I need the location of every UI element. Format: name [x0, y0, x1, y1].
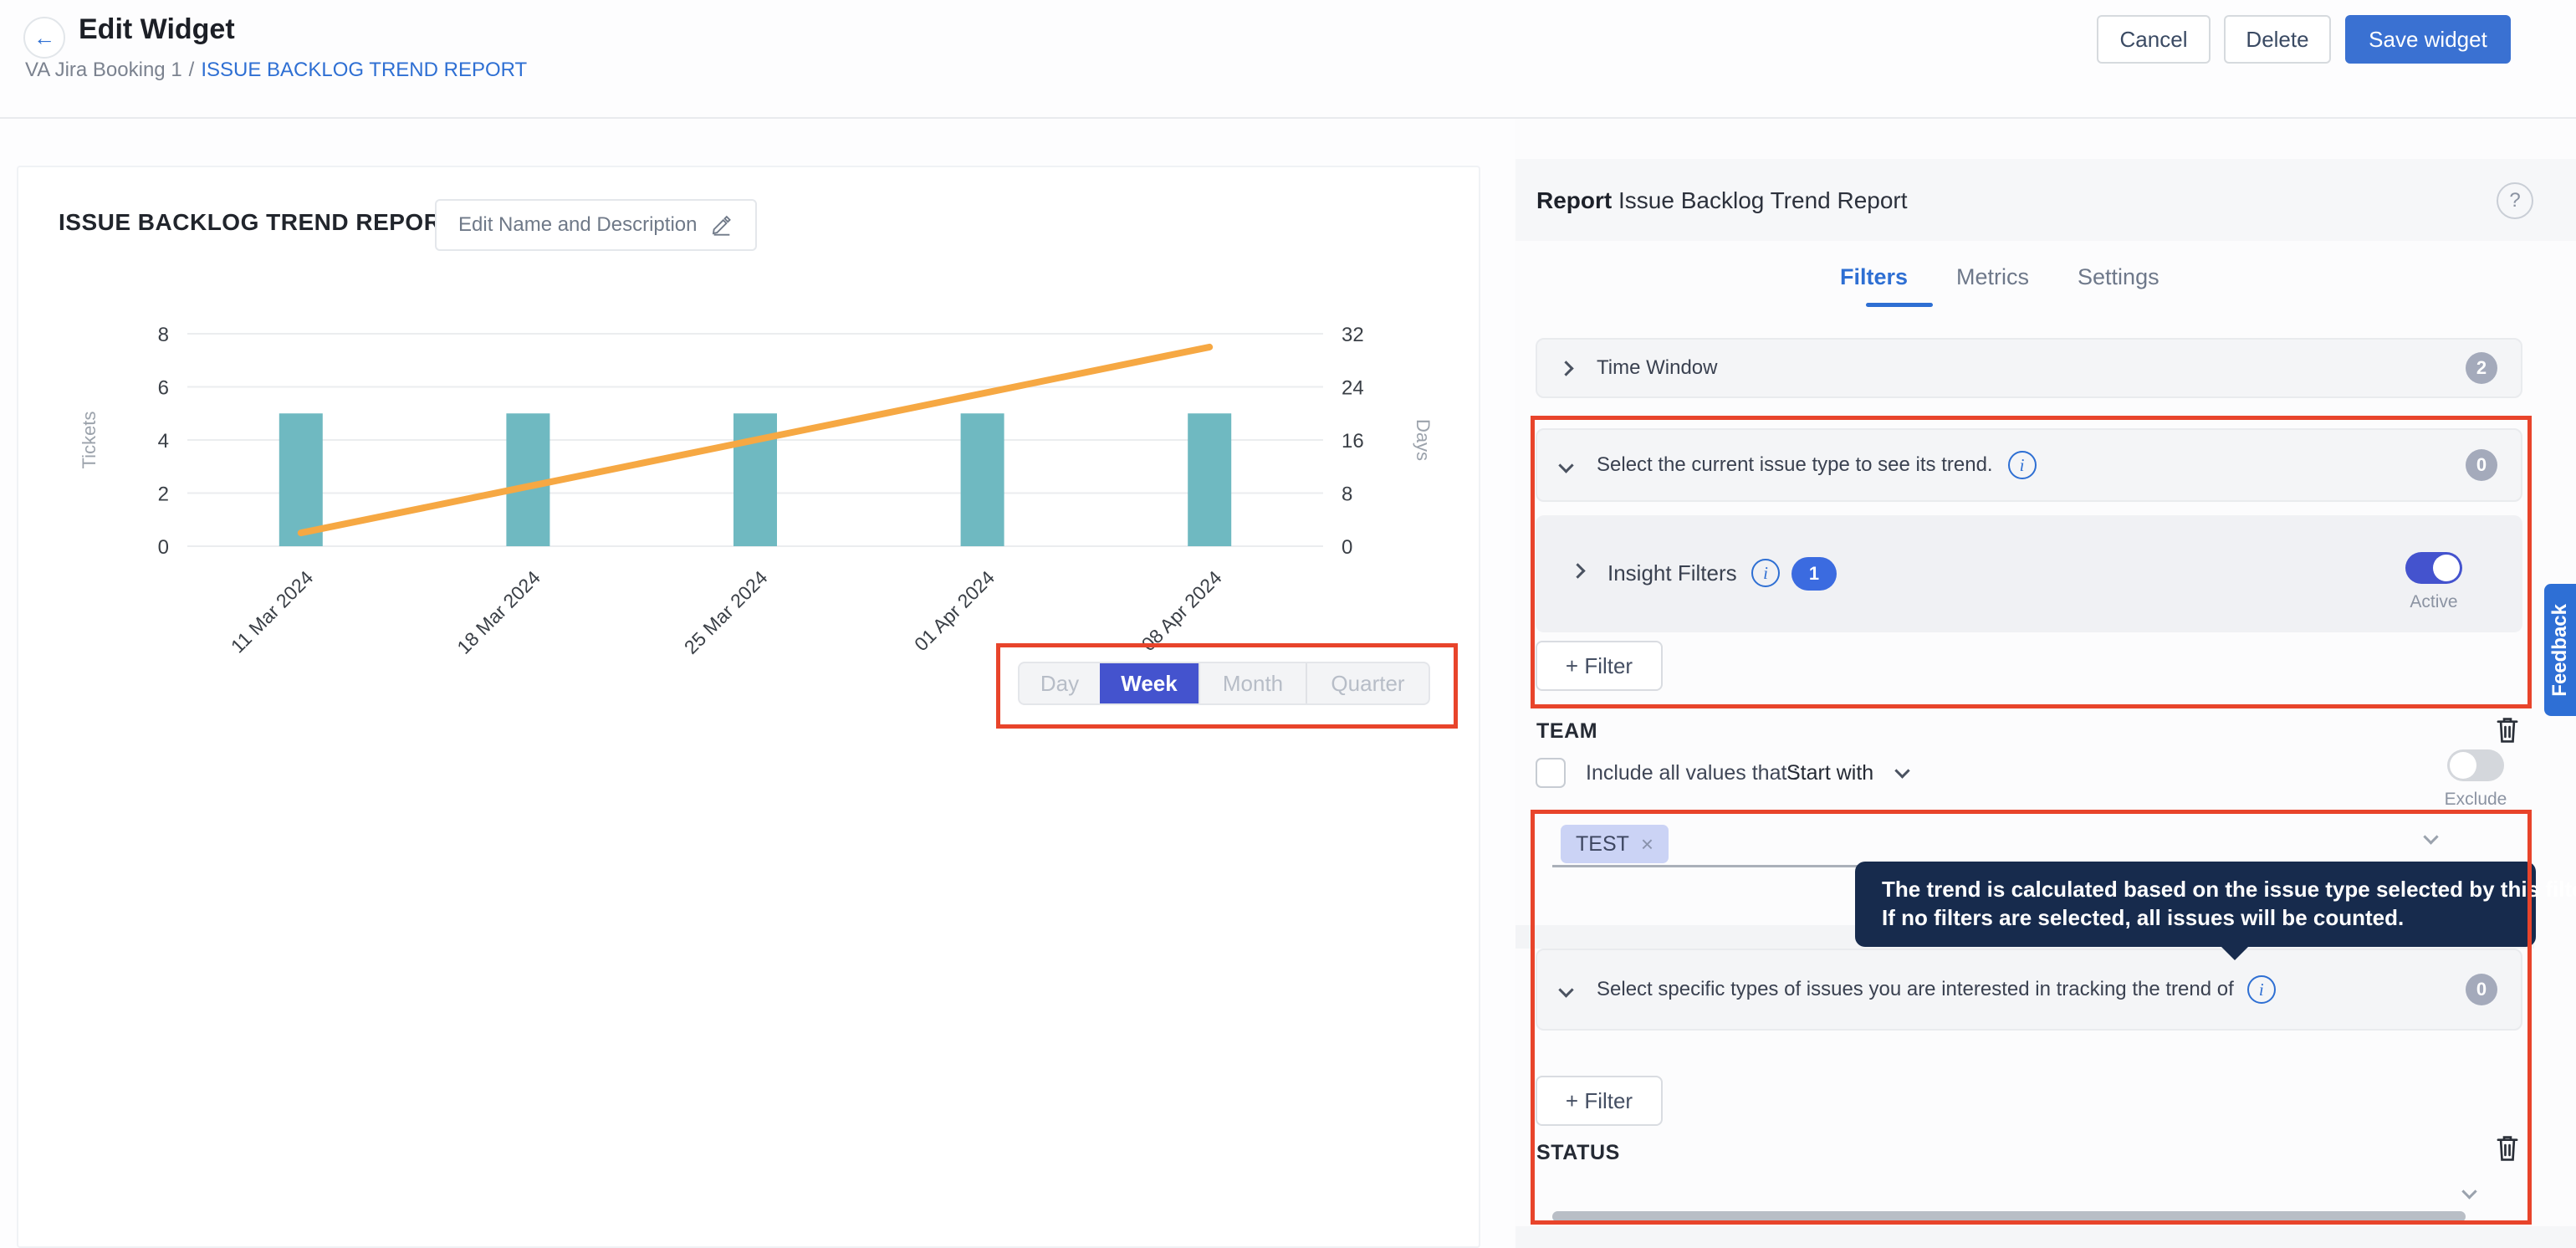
- include-all-values-label: Include all values that :: [1586, 761, 1798, 785]
- tooltip-arrow: [2220, 945, 2250, 960]
- operator-value: Start with: [1786, 761, 1873, 785]
- active-tab-underline: [1866, 303, 1933, 307]
- insight-filters-label: Insight Filters: [1607, 560, 1737, 586]
- svg-text:0: 0: [1342, 536, 1352, 559]
- issue-type-section-badge: 0: [2466, 449, 2497, 481]
- svg-text:01 Apr 2024: 01 Apr 2024: [910, 566, 999, 655]
- team-value-tag: TEST ×: [1561, 825, 1669, 863]
- svg-text:4: 4: [158, 430, 169, 453]
- chevron-down-icon: [1558, 982, 1573, 997]
- active-toggle-label: Active: [2392, 592, 2476, 612]
- breadcrumb-separator: /: [182, 59, 202, 81]
- granularity-option-month[interactable]: Month: [1199, 663, 1306, 703]
- trash-icon: [2492, 713, 2523, 748]
- trend-section-badge: 0: [2466, 974, 2497, 1005]
- save-widget-button[interactable]: Save widget: [2345, 15, 2511, 64]
- delete-status-filter-button[interactable]: [2491, 1131, 2524, 1168]
- insight-filters-count-badge: 1: [1791, 557, 1837, 591]
- back-button[interactable]: ←: [23, 17, 65, 59]
- tab-filters[interactable]: Filters: [1840, 264, 1908, 290]
- back-arrow-icon: ←: [33, 25, 55, 51]
- breadcrumb: VA Jira Booking 1/ISSUE BACKLOG TREND RE…: [25, 59, 527, 82]
- widget-preview-card: ISSUE BACKLOG TREND REPORT Edit Name and…: [17, 166, 1480, 1248]
- time-window-row[interactable]: Time Window 2: [1536, 338, 2522, 398]
- edit-name-description-label: Edit Name and Description: [458, 213, 697, 237]
- panel-tabs: Filters Metrics Settings: [1840, 264, 2159, 290]
- info-icon[interactable]: i: [2008, 451, 2037, 479]
- question-mark-icon: ?: [2509, 189, 2520, 212]
- insight-filters-card[interactable]: Insight Filters i 1 Active: [1536, 515, 2522, 632]
- status-filter-label: STATUS: [1536, 1141, 1620, 1165]
- feedback-label: Feedback: [2548, 604, 2572, 697]
- issue-type-section-label: Select the current issue type to see its…: [1597, 453, 1993, 477]
- chevron-right-icon: [1570, 563, 1585, 578]
- tooltip-line1: The trend is calculated based on the iss…: [1882, 875, 2536, 903]
- info-icon[interactable]: i: [1751, 559, 1780, 587]
- granularity-option-week[interactable]: Week: [1100, 663, 1199, 703]
- toggle-knob: [2433, 555, 2460, 581]
- svg-text:2: 2: [158, 483, 169, 506]
- time-window-badge: 2: [2466, 352, 2497, 384]
- breadcrumb-parent: VA Jira Booking 1: [25, 59, 182, 81]
- svg-text:6: 6: [158, 377, 169, 400]
- svg-text:08 Apr 2024: 08 Apr 2024: [1137, 566, 1226, 655]
- svg-text:32: 32: [1342, 324, 1364, 346]
- report-name: Issue Backlog Trend Report: [1618, 187, 1908, 213]
- breadcrumb-current[interactable]: ISSUE BACKLOG TREND REPORT: [201, 59, 527, 81]
- svg-text:Tickets: Tickets: [79, 412, 100, 469]
- add-filter-label: + Filter: [1566, 1088, 1633, 1114]
- widget-title: ISSUE BACKLOG TREND REPORT: [59, 209, 456, 236]
- edit-name-description-button[interactable]: Edit Name and Description: [435, 199, 757, 251]
- edit-widget-screen: ← Edit Widget VA Jira Booking 1/ISSUE BA…: [0, 0, 2576, 1248]
- include-all-values-checkbox[interactable]: [1536, 758, 1566, 788]
- svg-text:11 Mar 2024: 11 Mar 2024: [227, 566, 318, 657]
- filter-info-tooltip: The trend is calculated based on the iss…: [1855, 862, 2536, 947]
- issue-type-section-row[interactable]: Select the current issue type to see its…: [1536, 428, 2522, 502]
- info-icon[interactable]: i: [2247, 975, 2276, 1004]
- tab-metrics[interactable]: Metrics: [1956, 264, 2029, 290]
- chevron-down-icon: [1558, 458, 1573, 473]
- pencil-icon: [710, 213, 733, 237]
- team-filter-label: TEAM: [1536, 719, 1597, 744]
- operator-select[interactable]: Start with: [1786, 761, 1908, 785]
- chevron-right-icon: [1558, 361, 1573, 376]
- delete-team-filter-button[interactable]: [2491, 713, 2524, 749]
- svg-text:18 Mar 2024: 18 Mar 2024: [452, 566, 544, 658]
- team-value-text: TEST: [1576, 832, 1629, 857]
- page-title: Edit Widget: [79, 13, 235, 46]
- svg-text:0: 0: [158, 536, 169, 559]
- svg-text:8: 8: [158, 324, 169, 346]
- add-filter-label: + Filter: [1566, 653, 1633, 679]
- granularity-option-day[interactable]: Day: [1020, 663, 1100, 703]
- svg-text:24: 24: [1342, 377, 1364, 400]
- help-button[interactable]: ?: [2497, 182, 2533, 219]
- cancel-button[interactable]: Cancel: [2097, 15, 2211, 64]
- add-filter-button[interactable]: + Filter: [1536, 1076, 1663, 1126]
- svg-text:8: 8: [1342, 483, 1352, 506]
- remove-tag-icon[interactable]: ×: [1641, 831, 1653, 857]
- report-label: Report: [1536, 187, 1612, 213]
- panel-bottom-strip: [1515, 1226, 2576, 1248]
- svg-text:Days: Days: [1413, 419, 1434, 461]
- granularity-toggle: Day Week Month Quarter: [1018, 662, 1430, 705]
- delete-button[interactable]: Delete: [2224, 15, 2331, 64]
- horizontal-scrollbar[interactable]: [1552, 1211, 2466, 1222]
- svg-text:25 Mar 2024: 25 Mar 2024: [680, 566, 772, 658]
- add-filter-button[interactable]: + Filter: [1536, 641, 1663, 691]
- svg-text:16: 16: [1342, 430, 1364, 453]
- trend-section-label: Select specific types of issues you are …: [1597, 978, 2234, 1001]
- report-title: Report Issue Backlog Trend Report: [1536, 187, 1908, 214]
- granularity-option-quarter[interactable]: Quarter: [1306, 663, 1429, 703]
- insight-filters-active-toggle[interactable]: [2405, 552, 2462, 584]
- exclude-toggle-label: Exclude: [2417, 790, 2534, 810]
- trend-section-row[interactable]: Select specific types of issues you are …: [1536, 949, 2522, 1031]
- tooltip-line2: If no filters are selected, all issues w…: [1882, 903, 2536, 932]
- tab-settings[interactable]: Settings: [2078, 264, 2159, 290]
- time-window-label: Time Window: [1597, 356, 1717, 380]
- exclude-toggle[interactable]: [2447, 749, 2504, 781]
- trash-icon: [2492, 1131, 2523, 1166]
- feedback-tab[interactable]: Feedback: [2544, 584, 2576, 716]
- chevron-down-icon: [1895, 763, 1910, 778]
- toggle-knob: [2450, 752, 2476, 779]
